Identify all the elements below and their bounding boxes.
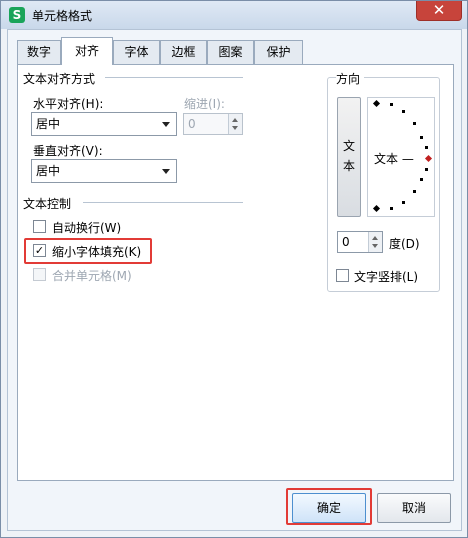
indent-stepper[interactable]: 0 bbox=[183, 113, 243, 135]
dialog-title: 单元格格式 bbox=[32, 9, 93, 23]
dial-tick bbox=[425, 168, 428, 171]
vertical-text-orientation-button[interactable]: 文 本 bbox=[337, 97, 361, 217]
orientation-dial[interactable]: 文本 — bbox=[367, 97, 435, 217]
dial-tick bbox=[420, 136, 423, 139]
tab-protection[interactable]: 保护 bbox=[254, 40, 303, 64]
vertical-text-char-1: 文 bbox=[343, 139, 356, 153]
wrap-text-checkbox[interactable] bbox=[33, 220, 46, 233]
chevron-down-icon bbox=[162, 122, 170, 127]
cancel-button[interactable]: 取消 bbox=[377, 493, 451, 523]
dial-marker-bottom bbox=[372, 204, 381, 213]
dial-text: 文本 — bbox=[374, 152, 414, 166]
dial-tick bbox=[402, 110, 405, 113]
dialog-window: S 单元格格式 ✕ 数字 对齐 字体 边框 图案 保护 文本对齐方式 水平对齐(… bbox=[0, 0, 468, 538]
vertical-align-value: 居中 bbox=[36, 164, 61, 178]
dial-tick bbox=[413, 190, 416, 193]
degree-value: 0 bbox=[342, 235, 350, 249]
spin-up-icon bbox=[372, 236, 378, 240]
ok-button[interactable]: 确定 bbox=[292, 493, 366, 523]
tab-pattern[interactable]: 图案 bbox=[207, 40, 254, 64]
vertical-layout-checkbox[interactable] bbox=[336, 269, 349, 282]
checkmark-icon: ✓ bbox=[34, 244, 45, 257]
horizontal-align-value: 居中 bbox=[36, 117, 61, 131]
indent-value: 0 bbox=[188, 117, 196, 131]
indent-spin-buttons[interactable] bbox=[228, 114, 242, 134]
dial-tick bbox=[425, 146, 428, 149]
tab-border[interactable]: 边框 bbox=[160, 40, 207, 64]
degree-stepper[interactable]: 0 bbox=[337, 231, 383, 253]
degree-spin-buttons[interactable] bbox=[368, 232, 382, 252]
tab-alignment[interactable]: 对齐 bbox=[61, 37, 113, 65]
shrink-to-fit-checkbox[interactable]: ✓ bbox=[33, 244, 46, 257]
tab-font[interactable]: 字体 bbox=[113, 40, 160, 64]
dial-tick bbox=[420, 178, 423, 181]
merge-cells-checkbox[interactable] bbox=[33, 268, 46, 281]
dial-tick bbox=[390, 103, 393, 106]
dial-pointer-icon bbox=[424, 154, 433, 163]
dial-tick bbox=[390, 207, 393, 210]
close-button[interactable]: ✕ bbox=[416, 1, 462, 21]
tab-number[interactable]: 数字 bbox=[17, 40, 61, 64]
spin-down-icon bbox=[232, 126, 238, 130]
dial-tick bbox=[402, 201, 405, 204]
title-bar[interactable]: S 单元格格式 ✕ bbox=[1, 1, 467, 29]
spreadsheet-app-icon: S bbox=[9, 7, 25, 23]
vertical-text-char-2: 本 bbox=[343, 159, 356, 173]
spin-up-icon bbox=[232, 118, 238, 122]
horizontal-align-select[interactable]: 居中 bbox=[31, 112, 177, 136]
dial-marker-top bbox=[372, 99, 381, 108]
spin-down-icon bbox=[372, 244, 378, 248]
vertical-align-select[interactable]: 居中 bbox=[31, 159, 177, 183]
dial-tick bbox=[413, 122, 416, 125]
chevron-down-icon bbox=[162, 169, 170, 174]
